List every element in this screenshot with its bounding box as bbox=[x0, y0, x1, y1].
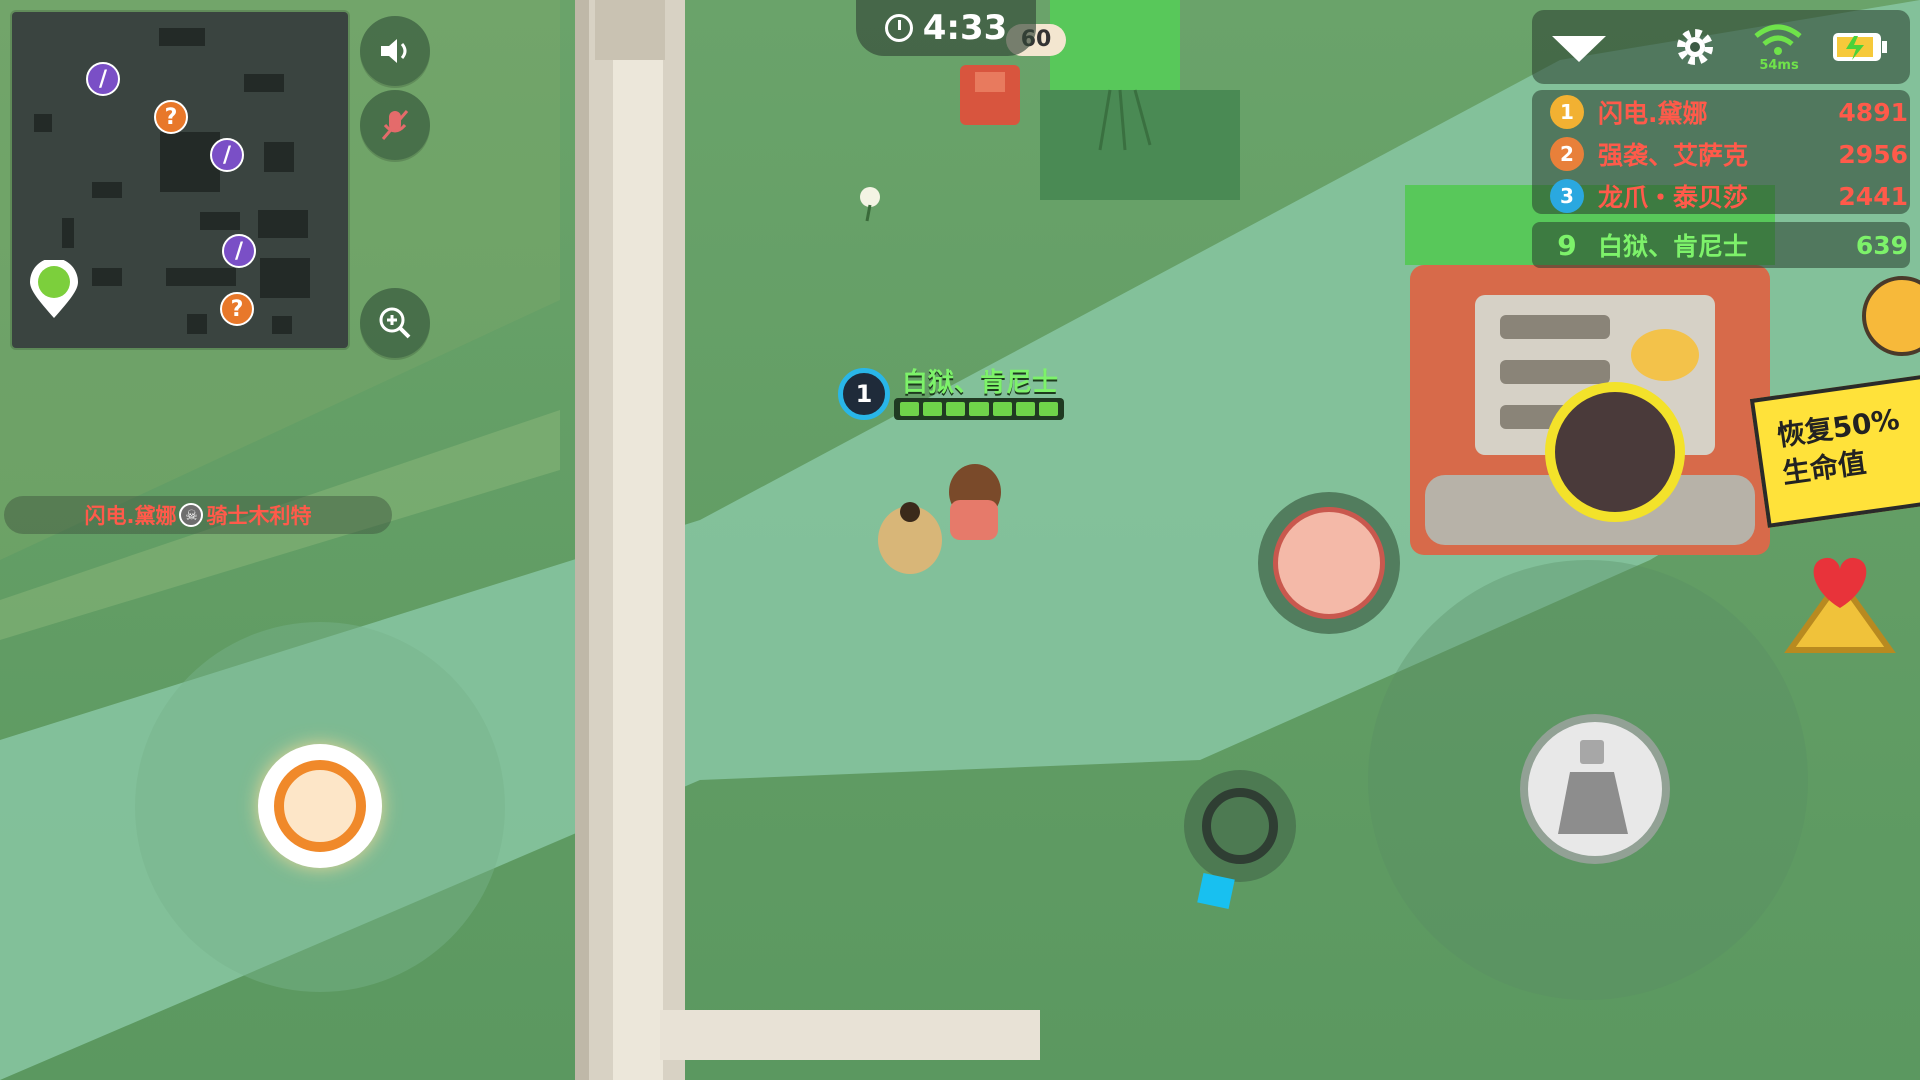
battery-charging-icon bbox=[1833, 33, 1887, 61]
ping-value: 54ms bbox=[1759, 58, 1799, 73]
leaderboard-row: 2 强袭、艾萨克 2956 bbox=[1532, 134, 1910, 174]
attack-button[interactable] bbox=[1520, 714, 1670, 864]
player-score: 2956 bbox=[1838, 139, 1908, 169]
player-name: 龙爪・泰贝莎 bbox=[1598, 183, 1749, 212]
kill-feed-killer: 闪电.黛娜 bbox=[84, 504, 177, 528]
mic-button[interactable] bbox=[360, 90, 430, 160]
player-score: 4891 bbox=[1838, 97, 1908, 127]
enemy-marker-icon: / bbox=[210, 138, 244, 172]
stone-wall bbox=[575, 0, 685, 1080]
speaker-icon bbox=[381, 39, 407, 63]
joystick-knob[interactable] bbox=[258, 744, 382, 868]
player-name: 闪电.黛娜 bbox=[1598, 99, 1708, 128]
player-level: 1 bbox=[838, 368, 890, 420]
enemy-marker-icon: / bbox=[222, 234, 256, 268]
zoom-button[interactable] bbox=[360, 288, 430, 358]
cyan-gem bbox=[1197, 873, 1235, 909]
health-pickup-icon bbox=[1784, 557, 1896, 653]
skull-icon: ☠ bbox=[179, 503, 204, 527]
self-score: 639 bbox=[1855, 230, 1908, 260]
player-location-pin-icon bbox=[30, 260, 78, 318]
match-timer: 4:33 bbox=[856, 0, 1036, 56]
chevron-down-icon[interactable] bbox=[1552, 32, 1606, 64]
wifi-icon bbox=[1754, 24, 1802, 55]
player-health-bar bbox=[894, 398, 1064, 420]
minimap[interactable]: / ? / / ? bbox=[12, 12, 348, 348]
skill-button[interactable] bbox=[1258, 492, 1400, 634]
rank-badge: 3 bbox=[1550, 179, 1584, 213]
player-score: 2441 bbox=[1838, 181, 1908, 211]
player-nameplate: 1 白狱、肯尼士 bbox=[838, 362, 1098, 426]
player-name-label: 白狱、肯尼士 bbox=[902, 368, 1059, 398]
leaderboard: 1 闪电.黛娜 4891 2 强袭、艾萨克 2956 3 龙爪・泰贝莎 2441 bbox=[1532, 90, 1910, 214]
heal-tooltip: 恢复50%生命值 bbox=[1749, 374, 1920, 528]
flower bbox=[860, 187, 880, 222]
zoom-in-icon bbox=[379, 307, 411, 339]
player-name: 强袭、艾萨克 bbox=[1598, 141, 1749, 170]
stone-ledge bbox=[660, 1010, 1040, 1060]
unknown-marker-icon: ? bbox=[154, 100, 188, 134]
leaderboard-row: 3 龙爪・泰贝莎 2441 bbox=[1532, 176, 1910, 216]
leaderboard-row: 1 闪电.黛娜 4891 bbox=[1532, 92, 1910, 132]
enemy-marker-icon: / bbox=[86, 62, 120, 96]
sound-button[interactable] bbox=[360, 16, 430, 86]
timer-value: 4:33 bbox=[922, 8, 1008, 48]
rank-badge: 2 bbox=[1550, 137, 1584, 171]
rank-badge: 1 bbox=[1550, 95, 1584, 129]
cannon-turret bbox=[1545, 382, 1685, 522]
mic-off-icon bbox=[381, 110, 409, 140]
self-rank-row: 9 白狱、肯尼士 639 bbox=[1532, 222, 1910, 268]
clock-icon bbox=[884, 14, 913, 42]
status-bar: 54ms bbox=[1532, 10, 1910, 84]
dodge-button[interactable] bbox=[1184, 770, 1296, 882]
bottle-icon bbox=[1558, 740, 1628, 834]
self-rank-number: 9 bbox=[1557, 228, 1577, 262]
player-character bbox=[878, 464, 1001, 574]
unknown-marker-icon: ? bbox=[220, 292, 254, 326]
kill-feed-victim: 骑士木利特 bbox=[206, 504, 312, 528]
gear-icon[interactable] bbox=[1672, 24, 1718, 70]
self-name: 白狱、肯尼士 bbox=[1598, 232, 1749, 261]
crate bbox=[960, 65, 1020, 125]
bush bbox=[1040, 0, 1240, 200]
kill-feed: 闪电.黛娜 ☠ 骑士木利特 bbox=[4, 496, 392, 534]
